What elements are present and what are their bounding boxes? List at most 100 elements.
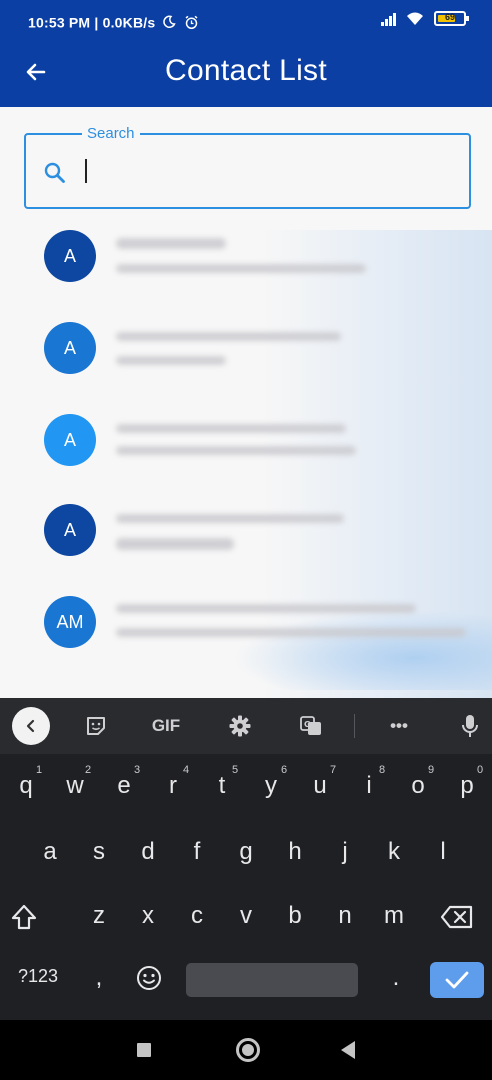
key-p[interactable]: p	[451, 772, 483, 800]
key-number-hint: 4	[183, 764, 190, 776]
key-number-hint: 6	[281, 764, 288, 776]
contact-avatar: AM	[44, 596, 96, 648]
comma-key[interactable]: ,	[88, 964, 110, 992]
system-nav-bar	[0, 1020, 492, 1080]
system-back-button[interactable]	[341, 1041, 355, 1059]
soft-keyboard: GIF G ••• ?123 , . q 1 w 2 e 3 r 4 t 5 y…	[0, 698, 492, 1020]
backspace-icon	[440, 905, 473, 929]
key-number-hint: 9	[428, 764, 435, 776]
contact-list: A A A A AM	[0, 210, 492, 700]
blurred-contact-name	[116, 424, 346, 433]
contact-initials: AM	[56, 611, 84, 632]
contact-row[interactable]: A	[0, 210, 492, 302]
key-d[interactable]: d	[132, 838, 164, 866]
symbols-label: ?123	[17, 966, 59, 986]
contact-initials: A	[63, 337, 76, 358]
contact-row[interactable]: A	[0, 394, 492, 486]
key-g[interactable]: g	[230, 838, 262, 866]
text-caret	[85, 159, 87, 183]
key-b[interactable]: b	[279, 902, 311, 930]
checkmark-icon	[445, 971, 469, 989]
contact-avatar: A	[44, 504, 96, 556]
toolbar-divider	[354, 714, 355, 738]
search-label: Search	[82, 125, 140, 142]
sticker-icon	[87, 717, 105, 735]
app-bar: Contact List	[0, 40, 492, 107]
battery-icon: 69	[434, 11, 469, 26]
more-options-button[interactable]: •••	[382, 712, 416, 740]
contact-row[interactable]: AM	[0, 578, 492, 670]
home-button[interactable]	[236, 1038, 260, 1062]
status-icons: 69	[381, 11, 469, 26]
key-y[interactable]: y	[255, 772, 287, 800]
microphone-icon	[462, 715, 478, 737]
contact-initials: A	[63, 245, 76, 266]
key-u[interactable]: u	[304, 772, 336, 800]
contact-avatar: A	[44, 322, 96, 374]
key-number-hint: 7	[330, 764, 337, 776]
space-key[interactable]	[186, 963, 358, 997]
emoji-key[interactable]	[134, 964, 164, 999]
moon-icon	[163, 15, 177, 29]
status-time-text: 10:53 PM | 0.0KB/s	[28, 14, 156, 31]
emoji-icon	[137, 966, 161, 990]
blurred-contact-name	[116, 238, 226, 249]
period-key[interactable]: .	[386, 964, 406, 992]
backspace-key[interactable]	[432, 904, 482, 937]
comma-label: ,	[95, 964, 103, 991]
key-q[interactable]: q	[10, 772, 42, 800]
contact-row[interactable]: A	[0, 486, 492, 578]
key-i[interactable]: i	[353, 772, 385, 800]
key-f[interactable]: f	[181, 838, 213, 866]
gif-label: GIF	[151, 716, 181, 735]
blurred-contact-name	[116, 514, 344, 523]
search-input[interactable]	[84, 155, 444, 187]
key-x[interactable]: x	[132, 902, 164, 930]
key-number-hint: 0	[477, 764, 484, 776]
contact-initials: A	[63, 429, 76, 450]
key-r[interactable]: r	[157, 772, 189, 800]
enter-key[interactable]	[430, 962, 484, 998]
key-j[interactable]: j	[329, 838, 361, 866]
symbols-key[interactable]: ?123	[10, 966, 66, 987]
keyboard-collapse-button[interactable]	[12, 707, 50, 745]
keyboard-toolbar: GIF G •••	[0, 698, 492, 754]
key-m[interactable]: m	[378, 902, 410, 930]
keyboard-settings-button[interactable]	[226, 712, 254, 740]
key-t[interactable]: t	[206, 772, 238, 800]
battery-level: 69	[444, 12, 455, 22]
translate-button[interactable]: G	[297, 712, 325, 740]
recent-apps-button[interactable]	[137, 1043, 151, 1057]
svg-text:G: G	[304, 720, 311, 729]
key-k[interactable]: k	[378, 838, 410, 866]
blurred-contact-number	[116, 356, 226, 365]
gif-button[interactable]: GIF	[148, 712, 184, 740]
key-l[interactable]: l	[427, 838, 459, 866]
voice-input-button[interactable]	[458, 712, 482, 740]
key-number-hint: 5	[232, 764, 239, 776]
key-s[interactable]: s	[83, 838, 115, 866]
shift-icon	[11, 904, 37, 930]
search-field[interactable]: Search	[24, 125, 471, 209]
contact-avatar: A	[44, 414, 96, 466]
key-z[interactable]: z	[83, 902, 115, 930]
key-v[interactable]: v	[230, 902, 262, 930]
contact-row[interactable]: A	[0, 302, 492, 394]
status-time: 10:53 PM | 0.0KB/s	[28, 13, 199, 30]
key-h[interactable]: h	[279, 838, 311, 866]
key-o[interactable]: o	[402, 772, 434, 800]
contact-avatar: A	[44, 230, 96, 282]
wifi-icon	[407, 12, 423, 25]
chevron-left-icon	[26, 719, 35, 733]
blurred-contact-number	[116, 538, 234, 550]
key-c[interactable]: c	[181, 902, 213, 930]
contact-initials: A	[63, 519, 76, 540]
blurred-contact-number	[116, 264, 366, 273]
sticker-button[interactable]	[82, 712, 110, 740]
key-a[interactable]: a	[34, 838, 66, 866]
page-title: Contact List	[164, 54, 327, 87]
key-n[interactable]: n	[329, 902, 361, 930]
key-e[interactable]: e	[108, 772, 140, 800]
key-w[interactable]: w	[59, 772, 91, 800]
key-number-hint: 1	[36, 764, 43, 776]
